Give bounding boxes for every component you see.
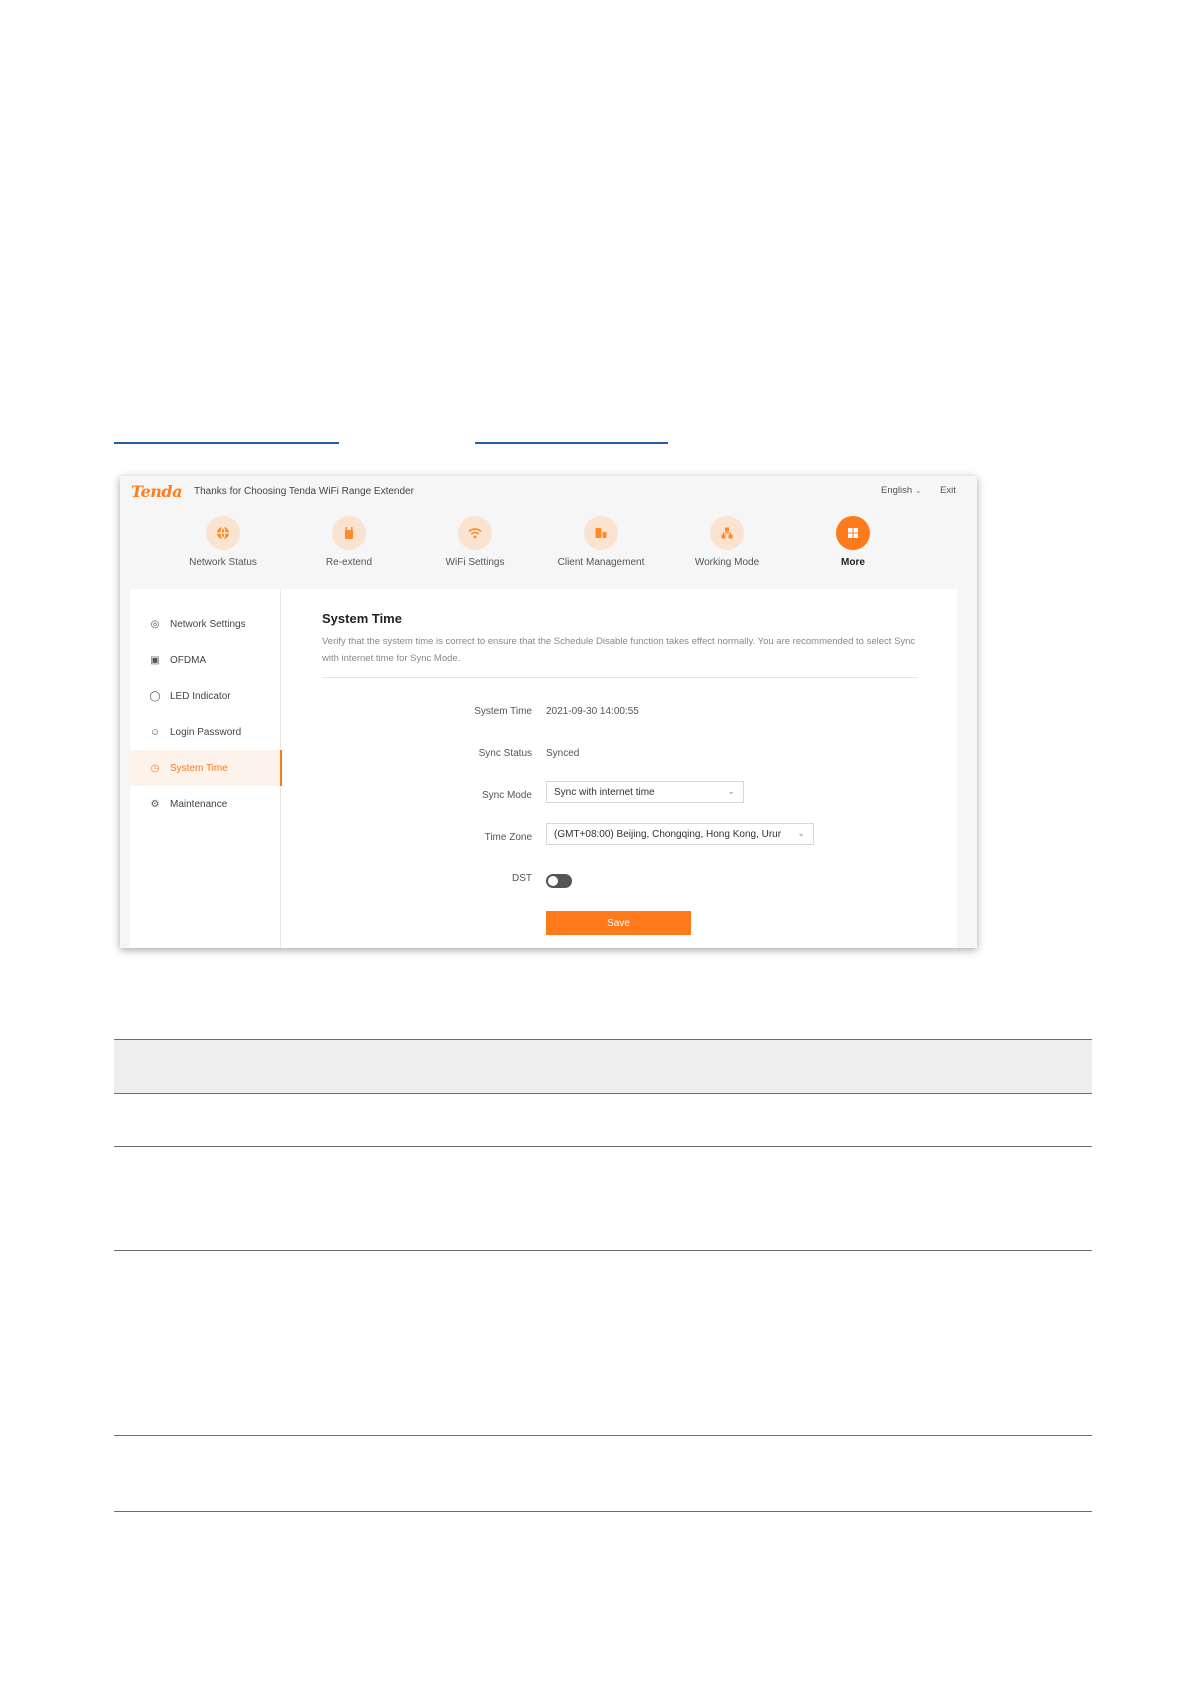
- grid-icon: [836, 516, 870, 550]
- sidebar-item-system-time[interactable]: ◷ System Time: [130, 750, 282, 786]
- sidebar-item-led-indicator[interactable]: ◯ LED Indicator: [130, 678, 280, 714]
- main-nav: Network Status Re-extend WiFi Settings C…: [120, 516, 977, 571]
- user-lock-icon: ☺: [149, 726, 161, 738]
- time-zone-label: Time Zone: [484, 832, 532, 843]
- sidebar-item-label: System Time: [170, 762, 228, 774]
- nav-label: Client Management: [557, 557, 645, 568]
- nav-label: More: [841, 557, 865, 568]
- sidebar-item-maintenance[interactable]: ⚙ Maintenance: [130, 786, 280, 822]
- chevron-down-icon: ⌄: [914, 486, 922, 495]
- tenda-admin-window: Tenda Thanks for Choosing Tenda WiFi Ran…: [120, 476, 977, 948]
- table-rule: [114, 1435, 1092, 1436]
- tenda-logo: Tenda: [131, 482, 182, 501]
- table-rule: [114, 1039, 1092, 1040]
- table-rule: [114, 1511, 1092, 1512]
- top-bar: Tenda Thanks for Choosing Tenda WiFi Ran…: [120, 476, 977, 504]
- doc-link-underline-1[interactable]: [114, 442, 339, 444]
- nav-label: Working Mode: [694, 557, 760, 568]
- extender-icon: [332, 516, 366, 550]
- exit-link[interactable]: Exit: [940, 485, 956, 496]
- toggle-knob: [548, 876, 558, 886]
- table-header-band: [114, 1039, 1092, 1093]
- sidebar-item-label: Network Settings: [170, 618, 246, 630]
- nav-wifi-settings[interactable]: WiFi Settings: [415, 516, 535, 568]
- time-zone-select[interactable]: (GMT+08:00) Beijing, Chongqing, Hong Kon…: [546, 823, 814, 845]
- chevron-down-icon: ⌄: [727, 786, 735, 796]
- sidebar-item-label: OFDMA: [170, 654, 207, 666]
- table-rule: [114, 1146, 1092, 1147]
- nav-network-status[interactable]: Network Status: [163, 516, 283, 568]
- sync-status-value: Synced: [546, 748, 580, 759]
- mode-icon: [710, 516, 744, 550]
- nav-more[interactable]: More: [793, 516, 913, 568]
- table-rule: [114, 1093, 1092, 1094]
- sidebar: ◎ Network Settings ▣ OFDMA ◯ LED Indicat…: [130, 589, 282, 948]
- divider: [322, 677, 918, 678]
- led-icon: ◯: [149, 690, 161, 702]
- globe-icon: [206, 516, 240, 550]
- chevron-down-icon: ⌄: [797, 828, 805, 838]
- page-description: Verify that the system time is correct t…: [322, 636, 916, 664]
- tagline: Thanks for Choosing Tenda WiFi Range Ext…: [194, 486, 414, 497]
- nav-label: Network Status: [189, 557, 257, 568]
- ofdma-icon: ▣: [150, 654, 160, 666]
- system-time-value: 2021-09-30 14:00:55: [546, 706, 639, 717]
- sidebar-item-label: Login Password: [170, 726, 242, 738]
- sidebar-item-login-password[interactable]: ☺ Login Password: [130, 714, 280, 750]
- sync-status-label: Sync Status: [478, 748, 532, 759]
- sidebar-item-ofdma[interactable]: ▣ OFDMA: [130, 642, 280, 678]
- settings-panel: ◎ Network Settings ▣ OFDMA ◯ LED Indicat…: [130, 589, 957, 948]
- save-button[interactable]: Save: [546, 911, 691, 935]
- nav-working-mode[interactable]: Working Mode: [667, 516, 787, 568]
- system-time-content: System Time Verify that the system time …: [322, 589, 942, 948]
- client-icon: [584, 516, 618, 550]
- table-rule: [114, 1250, 1092, 1251]
- time-zone-value: (GMT+08:00) Beijing, Chongqing, Hong Kon…: [554, 828, 782, 840]
- language-selector[interactable]: English ⌄: [881, 485, 922, 496]
- globe-icon: ◎: [150, 618, 160, 630]
- sync-mode-value: Sync with internet time: [554, 786, 655, 798]
- nav-label: WiFi Settings: [445, 557, 505, 568]
- gear-icon: ⚙: [150, 798, 160, 810]
- sidebar-item-label: Maintenance: [170, 798, 228, 810]
- sync-mode-select[interactable]: Sync with internet time ⌄: [546, 781, 744, 803]
- system-time-label: System Time: [474, 706, 532, 717]
- doc-link-underline-2[interactable]: [475, 442, 668, 444]
- sidebar-item-label: LED Indicator: [170, 690, 231, 702]
- wifi-icon: [458, 516, 492, 550]
- nav-re-extend[interactable]: Re-extend: [289, 516, 409, 568]
- dst-label: DST: [512, 873, 532, 884]
- language-label: English: [881, 485, 913, 496]
- nav-label: Re-extend: [325, 557, 373, 568]
- sync-mode-label: Sync Mode: [481, 790, 532, 801]
- page-title: System Time: [322, 611, 402, 626]
- clock-icon: ◷: [150, 762, 160, 774]
- nav-client-management[interactable]: Client Management: [541, 516, 661, 568]
- dst-toggle[interactable]: [546, 874, 572, 888]
- sidebar-item-network-settings[interactable]: ◎ Network Settings: [130, 606, 280, 642]
